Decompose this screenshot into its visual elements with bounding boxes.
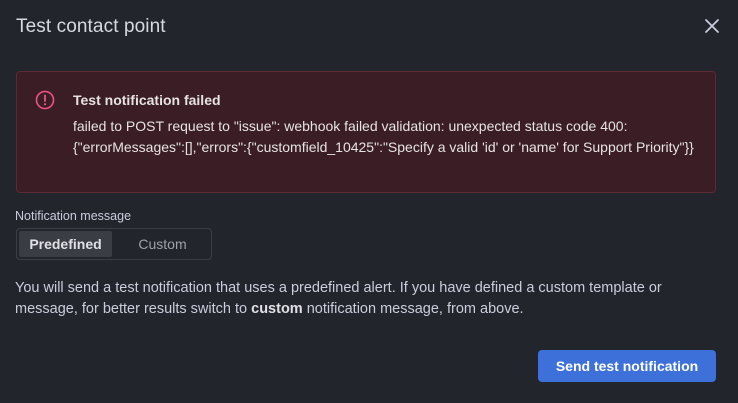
notification-message-label: Notification message [15, 209, 132, 223]
description-text: You will send a test notification that u… [15, 278, 725, 320]
option-custom[interactable]: Custom [116, 231, 209, 257]
alert-title: Test notification failed [73, 92, 221, 108]
option-predefined[interactable]: Predefined [19, 231, 112, 257]
close-icon [705, 19, 719, 33]
alert-message: failed to POST request to "issue": webho… [73, 118, 694, 155]
notification-message-toggle: Predefined Custom [16, 228, 212, 260]
exclamation-circle-icon [35, 90, 55, 110]
modal-title: Test contact point [16, 16, 166, 37]
close-button[interactable] [702, 16, 722, 36]
test-contact-point-modal: Test contact point Test notification fai… [0, 0, 738, 403]
description-after: notification message, from above. [302, 301, 524, 317]
send-test-notification-button[interactable]: Send test notification [538, 350, 716, 382]
error-alert: Test notification failed failed to POST … [16, 71, 716, 193]
modal-header: Test contact point [16, 14, 722, 42]
description-emphasis: custom [251, 301, 303, 317]
